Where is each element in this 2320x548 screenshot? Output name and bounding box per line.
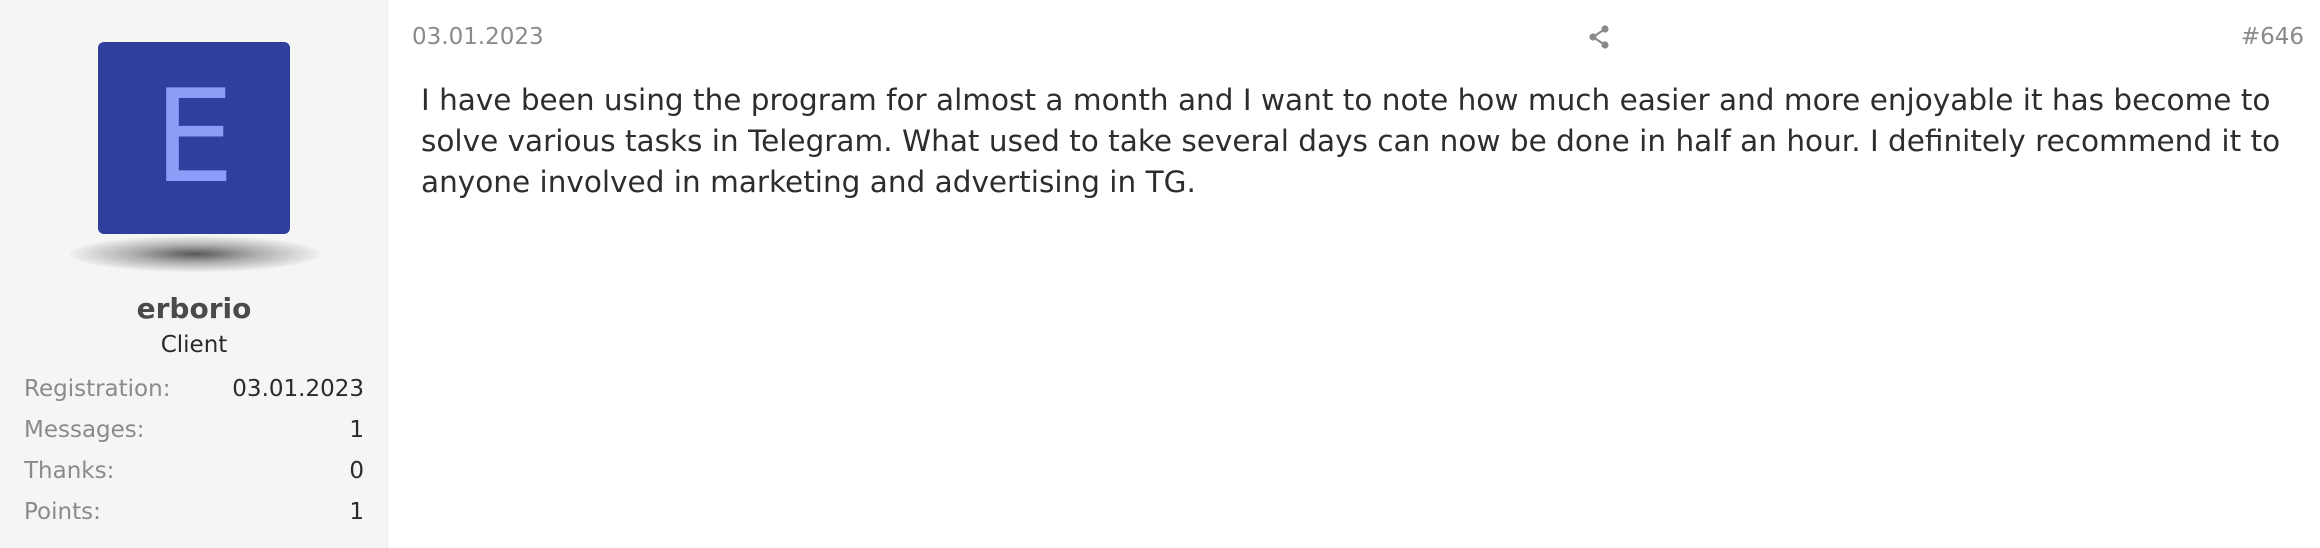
user-panel: E erborio Client Registration: 03.01.202… [0,0,388,548]
avatar-shadow [70,236,320,272]
stat-value: 0 [349,457,364,484]
post-number-link[interactable]: #646 [2241,24,2304,50]
stat-row-points: Points: 1 [24,491,364,532]
stat-label: Thanks: [24,457,115,484]
avatar-letter: E [153,63,235,212]
post-body: I have been using the program for almost… [421,83,2281,199]
user-title: Client [160,332,228,358]
stat-row-thanks: Thanks: 0 [24,450,364,491]
stat-label: Registration: [24,375,171,402]
post-content: 03.01.2023 #646 I have been using the pr… [388,0,2320,548]
username-link[interactable]: erborio [0,292,388,325]
avatar[interactable]: E [98,42,290,234]
stat-label: Points: [24,498,101,525]
stat-value: 03.01.2023 [232,375,364,402]
user-stats: Registration: 03.01.2023 Messages: 1 Tha… [24,368,364,532]
post-date-link[interactable]: 03.01.2023 [412,24,544,50]
stat-row-messages: Messages: 1 [24,409,364,450]
share-icon[interactable] [1586,24,1612,50]
stat-row-registration: Registration: 03.01.2023 [24,368,364,409]
stat-label: Messages: [24,416,145,443]
share-icon-svg [1589,25,1609,49]
stat-value: 1 [349,498,364,525]
forum-post: E erborio Client Registration: 03.01.202… [0,0,2320,548]
stat-value: 1 [349,416,364,443]
